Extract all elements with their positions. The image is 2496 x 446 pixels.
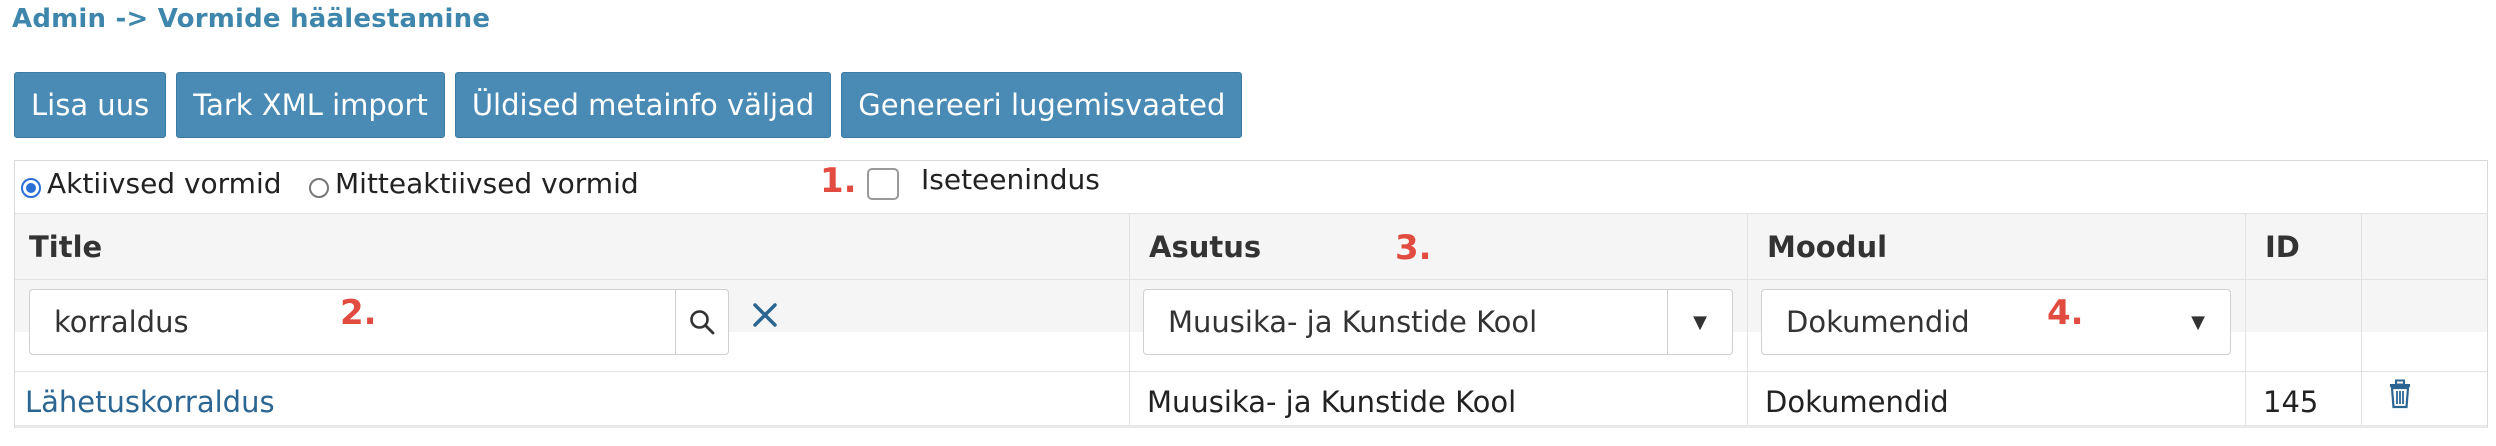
toolbar: Lisa uus Tark XML import Üldised metainf… <box>14 72 1243 138</box>
column-header-module[interactable]: Moodul <box>1767 214 1887 280</box>
column-header-id[interactable]: ID <box>2265 214 2300 280</box>
header-divider <box>15 279 2487 280</box>
chevron-down-icon[interactable]: ▼ <box>2166 290 2230 354</box>
filter-row-divider <box>15 371 2487 372</box>
self-service-label[interactable]: Iseteenindus <box>921 163 1100 196</box>
active-forms-radio[interactable] <box>21 178 41 198</box>
annotation-2: 2. <box>340 293 377 333</box>
status-filters: Aktiivsed vormid Mitteaktiivsed vormid 1… <box>15 161 2487 213</box>
table-bottom-border <box>15 425 2487 428</box>
general-metainfo-fields-button[interactable]: Üldised metainfo väljad <box>454 72 832 138</box>
search-button[interactable] <box>675 290 728 354</box>
annotation-3: 3. <box>1395 228 1432 268</box>
active-forms-label[interactable]: Aktiivsed vormid <box>47 167 282 200</box>
chevron-down-icon[interactable]: ▼ <box>1667 290 1732 354</box>
breadcrumb: Admin -> Vormide häälestamine <box>12 4 491 34</box>
module-select-value: Dokumendid <box>1786 305 1970 339</box>
smart-xml-import-button[interactable]: Tark XML import <box>176 72 445 138</box>
add-new-button[interactable]: Lisa uus <box>14 72 167 138</box>
inactive-forms-radio[interactable] <box>309 178 329 198</box>
title-search-input[interactable]: korraldus <box>54 290 189 354</box>
forms-table-panel: Aktiivsed vormid Mitteaktiivsed vormid 1… <box>14 160 2488 428</box>
self-service-checkbox[interactable] <box>867 168 899 200</box>
row-id: 145 <box>2263 385 2319 419</box>
title-search-field[interactable]: korraldus <box>29 289 729 355</box>
delete-button[interactable] <box>2387 379 2413 411</box>
row-module: Dokumendid <box>1765 385 1949 419</box>
row-institution: Muusika- ja Kunstide Kool <box>1147 385 1517 419</box>
column-header-title[interactable]: Title <box>29 214 102 280</box>
annotation-4: 4. <box>2047 293 2084 333</box>
form-title-link[interactable]: Lähetuskorraldus <box>25 379 275 425</box>
column-divider <box>2245 213 2246 427</box>
inactive-forms-label[interactable]: Mitteaktiivsed vormid <box>335 167 639 200</box>
column-divider <box>1129 213 1130 427</box>
page: Admin -> Vormide häälestamine Lisa uus T… <box>0 0 2496 446</box>
institution-select-value: Muusika- ja Kunstide Kool <box>1168 305 1538 339</box>
column-divider <box>2361 213 2362 427</box>
generate-reading-views-button[interactable]: Genereeri lugemisvaated <box>841 72 1243 138</box>
clear-filter-button[interactable] <box>745 295 785 335</box>
annotation-1: 1. <box>820 161 857 201</box>
column-header-institution[interactable]: Asutus <box>1149 214 1261 280</box>
institution-select[interactable]: Muusika- ja Kunstide Kool ▼ <box>1143 289 1733 355</box>
close-icon <box>753 303 777 327</box>
module-select[interactable]: Dokumendid ▼ <box>1761 289 2231 355</box>
column-divider <box>1747 213 1748 427</box>
trash-icon <box>2390 379 2410 409</box>
search-icon <box>690 310 715 335</box>
